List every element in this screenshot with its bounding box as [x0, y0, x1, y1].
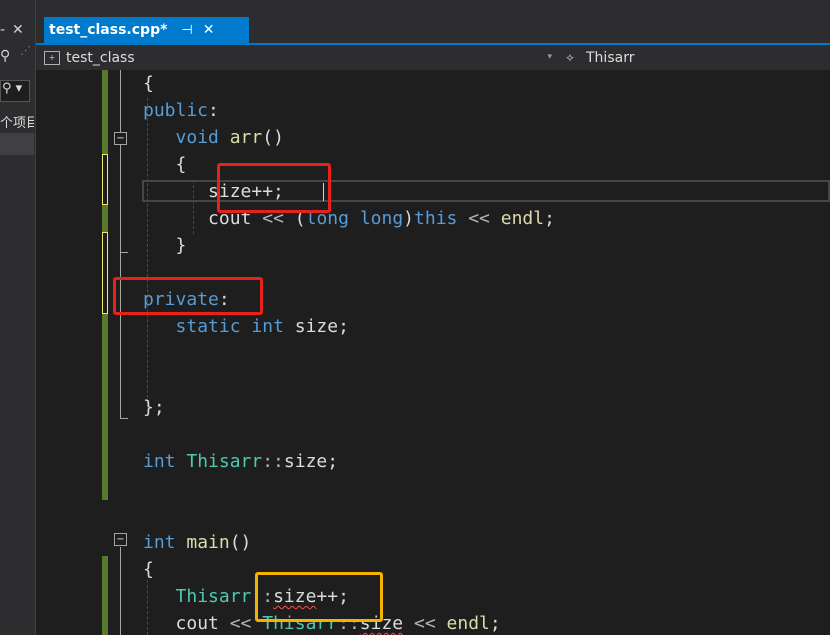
chevron-down-icon[interactable]: ▾: [547, 52, 552, 62]
change-marker-unsaved: [102, 154, 108, 205]
change-marker-unsaved: [102, 232, 108, 314]
scope-dropdown[interactable]: + test_class ▾: [44, 47, 552, 68]
code-editor[interactable]: − − { public: void arr() { size++; cout …: [36, 70, 830, 635]
code-line: }: [175, 235, 187, 256]
code-line: public:: [143, 100, 219, 121]
outline-end: [120, 252, 128, 253]
code-line: void arr(): [175, 127, 284, 148]
highlight-box-private: [113, 277, 263, 315]
overflow-icon[interactable]: ⋰: [20, 44, 31, 57]
outline-line: [120, 146, 121, 252]
highlight-box-size-increment: [217, 163, 331, 213]
minus-icon[interactable]: -: [0, 22, 5, 38]
tab-test-class-cpp[interactable]: test_class.cpp* ⊣ ✕: [44, 17, 249, 43]
close-icon[interactable]: ✕: [203, 22, 215, 38]
change-marker-saved: [102, 205, 108, 232]
project-tree-text: 个项目: [0, 116, 34, 131]
code-line: cout << (long long)this << endl;: [208, 208, 555, 229]
code-line: {: [175, 154, 187, 175]
change-marker-saved: [102, 556, 108, 635]
code-line: static int size;: [175, 316, 349, 337]
class-member-icon: ⟡: [566, 50, 574, 64]
code-line: {: [143, 559, 154, 580]
member-dropdown[interactable]: ⟡ Thisarr: [566, 47, 830, 68]
navigation-bar: + test_class ▾ ⟡ Thisarr: [36, 45, 830, 71]
search-input[interactable]: ⚲ ▾: [0, 80, 30, 102]
collapse-icon[interactable]: −: [114, 533, 127, 546]
highlight-box-static-access: [255, 572, 383, 622]
tree-selected-row[interactable]: [0, 133, 34, 155]
code-line: int Thisarr::size;: [143, 451, 339, 472]
tab-title: test_class.cpp*: [49, 22, 168, 38]
outline-end: [120, 418, 128, 419]
pin-icon[interactable]: ⊣: [181, 23, 192, 38]
code-line: int main(): [143, 532, 252, 553]
code-line: {: [143, 73, 154, 94]
change-marker-saved: [102, 70, 108, 154]
solution-explorer-strip: - ✕ ⚲ ⋰ ⚲ ▾ 个项目: [0, 0, 36, 635]
close-icon[interactable]: ✕: [12, 22, 24, 38]
change-marker-saved: [102, 314, 108, 500]
tab-strip: test_class.cpp* ⊣ ✕: [36, 0, 830, 45]
code-line: };: [143, 397, 165, 418]
class-icon: +: [44, 50, 60, 65]
outline-line: [120, 547, 121, 635]
wrench-icon[interactable]: ⚲: [0, 48, 10, 64]
collapse-icon[interactable]: −: [114, 132, 127, 145]
member-value: Thisarr: [586, 49, 635, 66]
scope-value: test_class: [66, 49, 135, 66]
